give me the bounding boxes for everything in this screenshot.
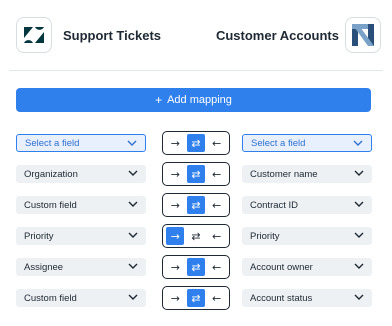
source-app-name: Support Tickets (63, 27, 162, 43)
arrow-left-icon[interactable]: ← (208, 134, 226, 152)
target-app-name: Customer Accounts (215, 27, 339, 43)
arrows-bidirectional-icon[interactable]: ⇄ (186, 289, 205, 307)
arrow-left-icon[interactable]: ← (208, 258, 226, 276)
add-mapping-button[interactable]: + Add mapping (16, 88, 371, 112)
field-label: Custom field (24, 199, 77, 211)
netsuite-logo-icon (345, 17, 381, 53)
chevron-down-icon (128, 169, 138, 177)
arrow-right-icon[interactable]: → (166, 196, 184, 214)
chevron-down-icon (354, 293, 364, 301)
arrow-left-icon[interactable]: ← (208, 196, 226, 214)
mapping-row: Organization → ⇄ ← Customer name (0, 162, 392, 186)
mapping-row: Custom field → ⇄ ← Account status (0, 286, 392, 310)
source-field-dropdown[interactable]: Select a field (16, 134, 146, 152)
field-label: Customer name (250, 168, 318, 180)
source-field-dropdown[interactable]: Custom field (16, 196, 146, 214)
target-field-dropdown[interactable]: Contract ID (242, 196, 372, 214)
source-field-dropdown[interactable]: Organization (16, 165, 146, 183)
target-field-dropdown[interactable]: Select a field (242, 134, 372, 152)
mapping-row: Select a field → ⇄ ← Select a field (0, 131, 392, 155)
arrows-bidirectional-icon[interactable]: ⇄ (186, 196, 205, 214)
source-field-dropdown[interactable]: Assignee (16, 258, 146, 276)
sync-direction-toggle: → ⇄ ← (162, 255, 230, 279)
target-app: Customer Accounts (216, 17, 381, 53)
arrow-right-icon[interactable]: → (166, 258, 184, 276)
arrow-left-icon[interactable]: ← (208, 165, 226, 183)
chevron-down-icon (354, 169, 364, 177)
chevron-down-icon (354, 262, 364, 270)
arrows-bidirectional-icon[interactable]: ⇄ (186, 258, 205, 276)
chevron-down-icon (128, 262, 138, 270)
field-label: Account status (250, 292, 313, 304)
header-divider (9, 70, 383, 71)
chevron-down-icon (128, 231, 138, 239)
arrow-left-icon[interactable]: ← (208, 227, 226, 245)
source-app: Support Tickets (16, 17, 161, 53)
mapping-row: Priority → ⇄ ← Priority (0, 224, 392, 248)
zendesk-logo-icon (16, 17, 52, 53)
target-field-dropdown[interactable]: Priority (242, 227, 372, 245)
chevron-down-icon (354, 200, 364, 208)
target-field-dropdown[interactable]: Customer name (242, 165, 372, 183)
mapping-row: Assignee → ⇄ ← Account owner (0, 255, 392, 279)
header: Support Tickets Customer Accounts (0, 0, 392, 70)
sync-direction-toggle: → ⇄ ← (162, 224, 230, 248)
plus-icon: + (155, 93, 163, 107)
chevron-down-icon (128, 200, 138, 208)
field-label: Contract ID (250, 199, 299, 211)
source-field-dropdown[interactable]: Custom field (16, 289, 146, 307)
arrow-right-icon[interactable]: → (166, 289, 184, 307)
field-label: Select a field (251, 137, 306, 149)
arrows-bidirectional-icon[interactable]: ⇄ (186, 165, 205, 183)
field-label: Select a field (25, 137, 80, 149)
arrows-bidirectional-icon[interactable]: ⇄ (186, 134, 205, 152)
sync-direction-toggle: → ⇄ ← (162, 286, 230, 310)
chevron-down-icon (127, 139, 137, 147)
arrows-bidirectional-icon[interactable]: ⇄ (187, 227, 205, 245)
chevron-down-icon (353, 139, 363, 147)
arrow-right-icon[interactable]: → (166, 227, 185, 245)
add-mapping-label: Add mapping (167, 94, 232, 106)
target-field-dropdown[interactable]: Account status (242, 289, 372, 307)
arrow-right-icon[interactable]: → (166, 165, 184, 183)
chevron-down-icon (354, 231, 364, 239)
target-field-dropdown[interactable]: Account owner (242, 258, 372, 276)
field-label: Custom field (24, 292, 77, 304)
chevron-down-icon (128, 293, 138, 301)
source-field-dropdown[interactable]: Priority (16, 227, 146, 245)
field-label: Priority (250, 230, 280, 242)
sync-direction-toggle: → ⇄ ← (162, 131, 230, 155)
field-label: Organization (24, 168, 78, 180)
mapping-row: Custom field → ⇄ ← Contract ID (0, 193, 392, 217)
arrow-right-icon[interactable]: → (166, 134, 184, 152)
arrow-left-icon[interactable]: ← (208, 289, 226, 307)
sync-direction-toggle: → ⇄ ← (162, 162, 230, 186)
field-label: Account owner (250, 261, 313, 273)
field-label: Priority (24, 230, 54, 242)
sync-direction-toggle: → ⇄ ← (162, 193, 230, 217)
field-label: Assignee (24, 261, 64, 273)
